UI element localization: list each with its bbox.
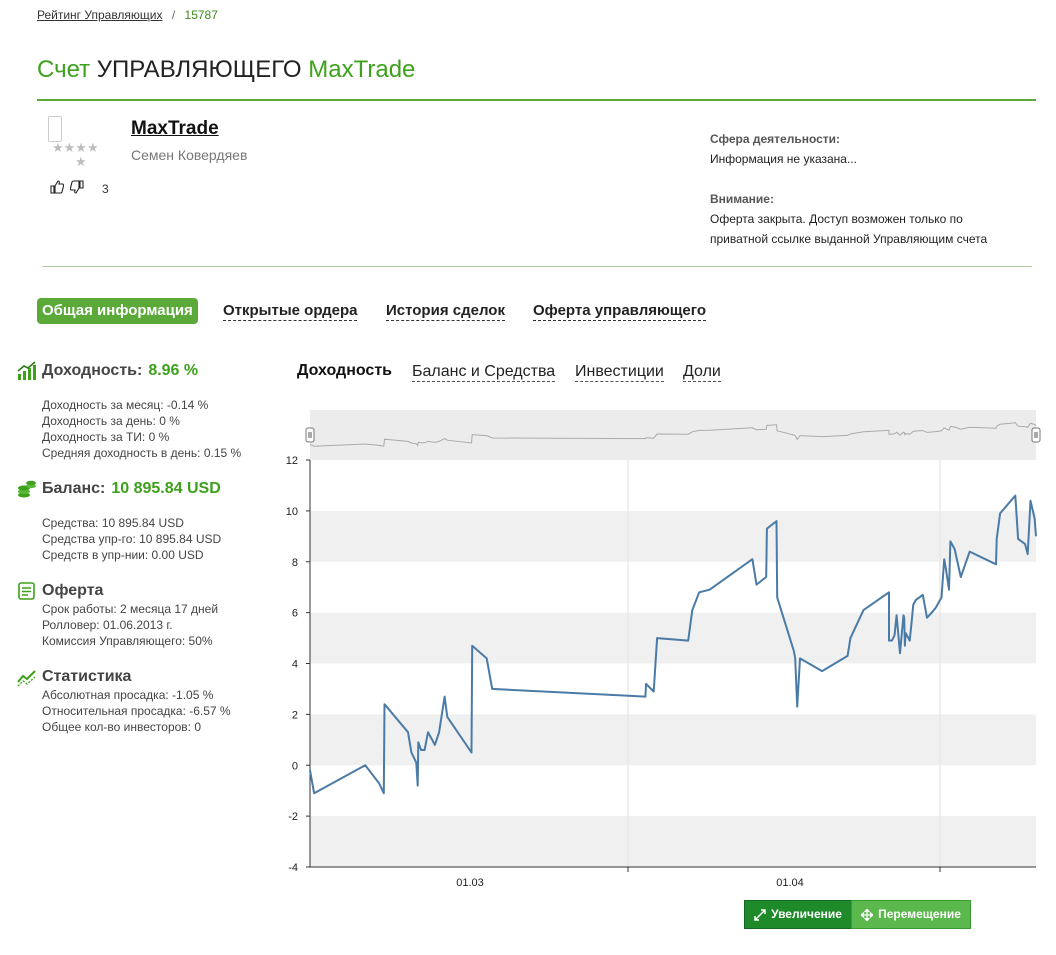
rating-stars-row-1: ★★★★	[52, 140, 99, 155]
breadcrumb: Рейтинг Управляющих / 15787	[37, 8, 218, 22]
balance-label: Баланс:	[42, 480, 106, 497]
trend-line-icon	[17, 670, 36, 687]
yield-avg-day: Средняя доходность в день: 0.15 %	[42, 446, 242, 460]
title-part-1: Счет	[37, 56, 91, 83]
document-icon	[18, 582, 35, 600]
tab-open-orders-label: Открытые ордера	[223, 302, 358, 321]
yield-month: Доходность за месяц: -0.14 %	[42, 398, 209, 412]
yield-label: Доходность:	[42, 362, 143, 379]
navigator-handle-left	[305, 427, 315, 443]
move-arrows-icon	[861, 908, 874, 921]
balance-value: 10 895.84 USD	[111, 480, 221, 497]
yield-value: 8.96 %	[148, 362, 199, 379]
tab-trade-history[interactable]: История сделок	[386, 298, 505, 324]
votes-count: 3	[102, 181, 109, 196]
breadcrumb-separator: /	[171, 8, 176, 22]
stat-relative-drawdown: Относительная просадка: -6.57 %	[42, 704, 231, 718]
chart-x-tick-label: 01.04	[776, 877, 804, 889]
chart-y-tick-label: -4	[288, 862, 298, 874]
statistics-details: Абсолютная просадка: -1.05 % Относительн…	[42, 687, 231, 735]
chart-band	[310, 510, 1036, 562]
offer-details: Срок работы: 2 месяца 17 дней Ролловер: …	[42, 601, 218, 649]
tab-manager-offer[interactable]: Оферта управляющего	[533, 298, 706, 324]
balance-heading: Баланс: 10 895.84 USD	[16, 478, 221, 500]
balance-funds: Средства: 10 895.84 USD	[42, 516, 184, 530]
bar-chart-icon	[17, 361, 36, 380]
yield-heading: Доходность: 8.96 %	[16, 360, 198, 382]
chart-tab-balance[interactable]: Баланс и Средства	[412, 362, 556, 382]
attention-line-1: Оферта закрыта. Доступ возможен только п…	[710, 212, 963, 226]
sphere-block: Сфера деятельности: Информация не указан…	[710, 129, 857, 169]
stat-absolute-drawdown: Абсолютная просадка: -1.05 %	[42, 688, 214, 702]
navigator-handle-right	[1031, 427, 1041, 443]
statistics-label: Статистика	[42, 668, 132, 685]
sphere-value: Информация не указана...	[710, 152, 857, 166]
statistics-heading: Статистика	[16, 666, 131, 688]
yield-ti: Доходность за ТИ: 0 %	[42, 430, 170, 444]
yield-details: Доходность за месяц: -0.14 % Доходность …	[42, 397, 241, 461]
sphere-label: Сфера деятельности:	[710, 132, 841, 146]
chart-tab-shares[interactable]: Доли	[683, 362, 721, 382]
chart-navigator	[310, 410, 1036, 460]
chart-x-tick-label: 01.03	[456, 877, 484, 889]
chart-tab-yield[interactable]: Доходность	[297, 362, 392, 380]
title-part-3: MaxTrade	[308, 56, 416, 83]
profile-divider	[42, 266, 1032, 267]
coins-icon	[18, 480, 36, 498]
offer-heading: Оферта	[16, 580, 103, 602]
pan-button-label: Перемещение	[878, 907, 961, 921]
offer-label: Оферта	[42, 582, 104, 599]
title-divider	[37, 99, 1036, 101]
votes: 3	[50, 180, 109, 197]
chart-tab-investments[interactable]: Инвестиции	[575, 362, 664, 382]
attention-line-2: приватной ссылке выданной Управляющим сч…	[710, 232, 988, 246]
zoom-button-label: Увеличение	[771, 907, 842, 921]
tab-open-orders[interactable]: Открытые ордера	[223, 298, 358, 324]
zoom-button[interactable]: Увеличение	[744, 900, 852, 929]
balance-manager-funds: Средства упр-го: 10 895.84 USD	[42, 532, 222, 546]
rating-stars-row-2: ★	[75, 154, 87, 169]
chart-y-tick-label: 8	[292, 557, 298, 569]
breadcrumb-link-rating[interactable]: Рейтинг Управляющих	[37, 8, 163, 22]
chart-y-tick-label: -2	[288, 811, 298, 823]
chart-y-tick-label: 10	[286, 506, 298, 518]
yield-chart: -4 -2 0 2 4 6 8 10 12 01.03 01.04	[286, 410, 1041, 889]
manager-name-link[interactable]: MaxTrade	[131, 118, 219, 140]
yield-day: Доходность за день: 0 %	[42, 414, 180, 428]
stat-investors-count: Общее кол-во инвесторов: 0	[42, 720, 202, 734]
title-part-2: УПРАВЛЯЮЩЕГО	[96, 56, 302, 83]
tab-general-info[interactable]: Общая информация	[37, 298, 198, 324]
tab-manager-offer-label: Оферта управляющего	[533, 302, 706, 321]
thumbs-up-icon[interactable]	[50, 180, 65, 197]
balance-details: Средства: 10 895.84 USD Средства упр-го:…	[42, 515, 221, 563]
chart-y-tick-label: 12	[286, 455, 298, 467]
chart-y-tick-label: 0	[292, 760, 298, 772]
page-title: Счет УПРАВЛЯЮЩЕГО MaxTrade	[37, 56, 415, 84]
chart-band	[310, 816, 1036, 867]
chart-y-tick-label: 6	[292, 608, 298, 620]
offer-rollover: Ролловер: 01.06.2013 г.	[42, 618, 173, 632]
offer-duration: Срок работы: 2 месяца 17 дней	[42, 602, 219, 616]
tab-trade-history-label: История сделок	[386, 302, 505, 321]
chart-y-tick-label: 2	[292, 709, 298, 721]
expand-arrows-icon	[754, 908, 766, 921]
chart-y-tick-label: 4	[292, 659, 298, 671]
avatar	[48, 116, 62, 142]
attention-block: Внимание: Оферта закрыта. Доступ возможе…	[710, 189, 987, 249]
breadcrumb-current: 15787	[184, 8, 218, 22]
manager-full-name: Семен Ковердяев	[131, 147, 248, 163]
attention-label: Внимание:	[710, 192, 774, 206]
pan-button[interactable]: Перемещение	[851, 900, 971, 929]
offer-commission: Комиссия Управляющего: 50%	[42, 634, 213, 648]
rating-stars: ★★★★ ★	[52, 141, 112, 169]
chart-band	[310, 612, 1036, 664]
thumbs-down-icon[interactable]	[69, 180, 84, 197]
balance-managed-funds: Средств в упр-нии: 0.00 USD	[42, 548, 204, 562]
